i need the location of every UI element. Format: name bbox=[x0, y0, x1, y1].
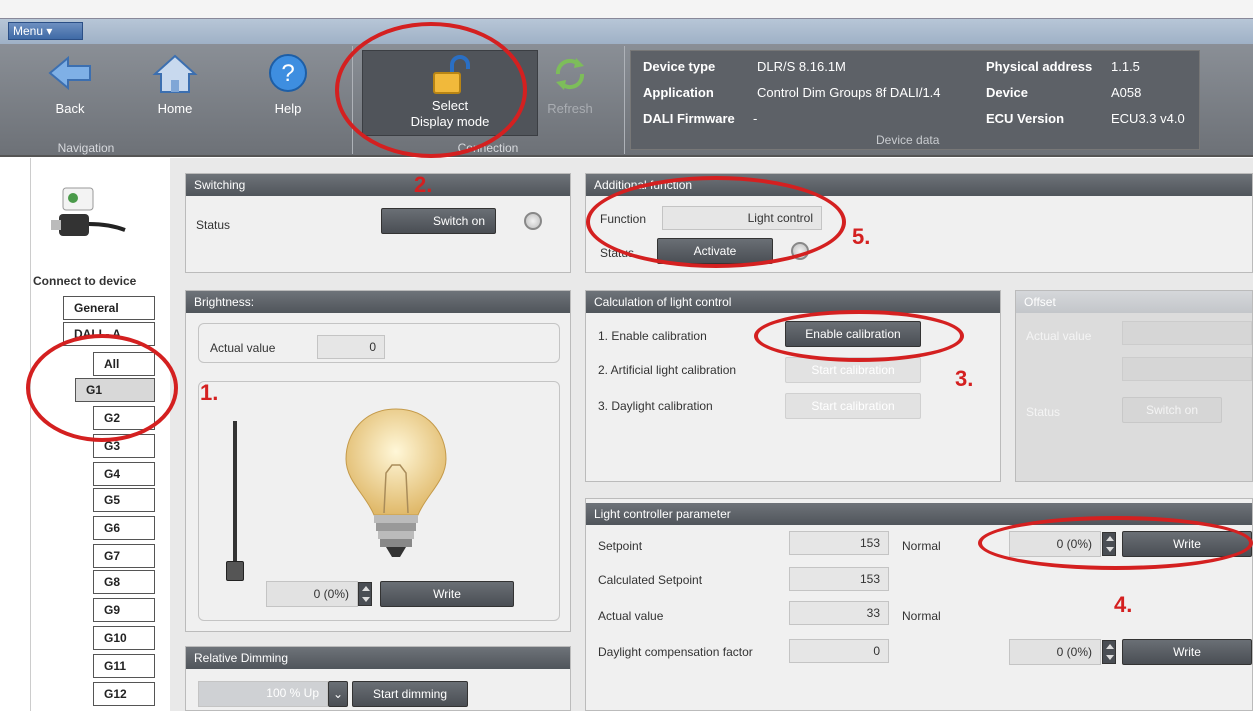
ecu-version-value: ECU3.3 v4.0 bbox=[1111, 111, 1185, 126]
dali-firmware-label: DALI Firmware bbox=[643, 111, 735, 126]
brightness-actual-label: Actual value bbox=[210, 341, 276, 355]
calculated-setpoint-value: 153 bbox=[789, 567, 889, 591]
daylight-factor-value: 0 bbox=[789, 639, 889, 663]
device-type-label: Device type bbox=[643, 59, 716, 74]
enable-calibration-label: 1. Enable calibration bbox=[598, 329, 707, 343]
back-button[interactable]: Back bbox=[40, 52, 100, 116]
back-arrow-icon bbox=[48, 55, 91, 91]
daylight-write-button[interactable]: Write bbox=[1122, 639, 1252, 665]
start-dimming-button[interactable]: Start dimming bbox=[352, 681, 468, 707]
application-value: Control Dim Groups 8f DALI/1.4 bbox=[757, 85, 941, 100]
chevron-down-icon[interactable]: ⌄ bbox=[328, 681, 348, 707]
relative-dimming-title: Relative Dimming bbox=[186, 647, 570, 669]
annotation-number-3: 3. bbox=[955, 366, 974, 391]
tree-item-g7[interactable]: G7 bbox=[93, 544, 155, 568]
tree-item-general[interactable]: General bbox=[63, 296, 155, 320]
svg-text:?: ? bbox=[281, 60, 294, 87]
offset-status-label: Status bbox=[1026, 405, 1061, 419]
application-label: Application bbox=[643, 85, 714, 100]
controller-actual-label: Actual value bbox=[598, 609, 664, 623]
offset-title: Offset bbox=[1016, 291, 1252, 313]
offset-panel: Offset Actual value Status Switch on bbox=[1015, 290, 1253, 482]
title-strip bbox=[0, 0, 1253, 18]
daylight-spin-input[interactable]: 0 (0%) bbox=[1009, 639, 1101, 665]
brightness-write-button[interactable]: Write bbox=[380, 581, 514, 607]
switching-title: Switching bbox=[186, 174, 570, 196]
brightness-actual-value: 0 bbox=[317, 335, 385, 359]
refresh-button[interactable]: Refresh bbox=[540, 52, 600, 116]
switching-panel: Switching Status Switch on bbox=[185, 173, 571, 273]
setpoint-label: Setpoint bbox=[598, 539, 643, 553]
annotation-number-1: 1. bbox=[200, 380, 219, 405]
navigation-group-label: Navigation bbox=[57, 141, 115, 155]
tree-item-g6[interactable]: G6 bbox=[93, 516, 155, 540]
calibration-title: Calculation of light control bbox=[586, 291, 1000, 313]
offset-actual-label: Actual value bbox=[1026, 329, 1092, 343]
annotation-circle-additional bbox=[586, 176, 846, 268]
setpoint-value: 153 bbox=[789, 531, 889, 555]
annotation-number-2: 2. bbox=[414, 172, 433, 197]
daylight-calibration-label: 3. Daylight calibration bbox=[598, 399, 713, 413]
daylight-spinner[interactable] bbox=[1102, 640, 1116, 664]
artificial-calibration-label: 2. Artificial light calibration bbox=[598, 363, 737, 377]
tree-item-g12[interactable]: G12 bbox=[93, 682, 155, 706]
offset-switch-on-button[interactable]: Switch on bbox=[1122, 397, 1222, 423]
brightness-spinner[interactable] bbox=[358, 582, 372, 606]
controller-actual-status: Normal bbox=[902, 609, 941, 623]
brightness-spin-input[interactable]: 0 (0%) bbox=[266, 581, 358, 607]
device-type-value: DLR/S 8.16.1M bbox=[757, 59, 846, 74]
brightness-slider-track[interactable] bbox=[233, 421, 237, 581]
help-button[interactable]: ? Help bbox=[258, 52, 318, 116]
annotation-circle-enable-calibration bbox=[754, 310, 964, 362]
annotation-circle-display-mode bbox=[335, 22, 527, 158]
ecu-version-label: ECU Version bbox=[986, 111, 1065, 126]
physical-address-label: Physical address bbox=[986, 59, 1093, 74]
daylight-calibration-button[interactable]: Start calibration bbox=[785, 393, 921, 419]
tree-item-g10[interactable]: G10 bbox=[93, 626, 155, 650]
annotation-circle-setpoint-write bbox=[978, 516, 1253, 570]
navigation-group: Back Home ? Help Navigation bbox=[0, 44, 352, 157]
tree-item-g4[interactable]: G4 bbox=[93, 462, 155, 486]
home-button[interactable]: Home bbox=[145, 52, 205, 116]
tree-item-g11[interactable]: G11 bbox=[93, 654, 155, 678]
device-data-group: Device type DLR/S 8.16.1M Application Co… bbox=[630, 50, 1200, 150]
help-icon: ? bbox=[269, 54, 307, 92]
offset-spin-input[interactable] bbox=[1122, 357, 1252, 381]
controller-actual-value: 33 bbox=[789, 601, 889, 625]
menu-button[interactable]: Menu ▾ bbox=[8, 22, 83, 40]
device-label: Device bbox=[986, 85, 1028, 100]
usb-connector-icon bbox=[51, 187, 126, 236]
relative-dimming-select[interactable]: 100 % Up bbox=[198, 681, 328, 707]
refresh-icon bbox=[555, 58, 585, 90]
home-icon bbox=[152, 54, 198, 93]
device-value: A058 bbox=[1111, 85, 1142, 100]
tree-item-g5[interactable]: G5 bbox=[93, 488, 155, 512]
ribbon: Back Home ? Help Navigation Select Displ… bbox=[0, 44, 1253, 157]
ribbon-separator bbox=[624, 46, 625, 154]
offset-actual-value bbox=[1122, 321, 1252, 345]
switch-on-button[interactable]: Switch on bbox=[381, 208, 496, 234]
relative-dimming-panel: Relative Dimming 100 % Up ⌄ Start dimmin… bbox=[185, 646, 571, 711]
menu-bar bbox=[0, 18, 1253, 44]
light-bulb-icon bbox=[345, 408, 447, 557]
setpoint-status: Normal bbox=[902, 539, 941, 553]
dali-firmware-value: - bbox=[753, 111, 758, 126]
physical-address-value: 1.1.5 bbox=[1111, 59, 1140, 74]
device-data-group-label: Device data bbox=[876, 133, 940, 147]
tree-item-g9[interactable]: G9 bbox=[93, 598, 155, 622]
left-margin bbox=[0, 158, 30, 711]
tree-item-g8[interactable]: G8 bbox=[93, 570, 155, 594]
calculated-setpoint-label: Calculated Setpoint bbox=[598, 573, 703, 587]
annotation-number-4: 4. bbox=[1114, 592, 1133, 617]
daylight-factor-label: Daylight compensation factor bbox=[598, 645, 753, 659]
connect-to-device-label[interactable]: Connect to device bbox=[33, 274, 136, 288]
brightness-slider-handle[interactable] bbox=[226, 561, 244, 581]
switching-status-label: Status bbox=[196, 218, 231, 232]
brightness-panel: Brightness: Actual value 0 0 (0%) Write bbox=[185, 290, 571, 632]
brightness-title: Brightness: bbox=[186, 291, 570, 313]
annotation-circle-g1 bbox=[26, 334, 178, 442]
switching-status-led bbox=[524, 212, 542, 230]
annotation-number-5: 5. bbox=[852, 224, 871, 249]
